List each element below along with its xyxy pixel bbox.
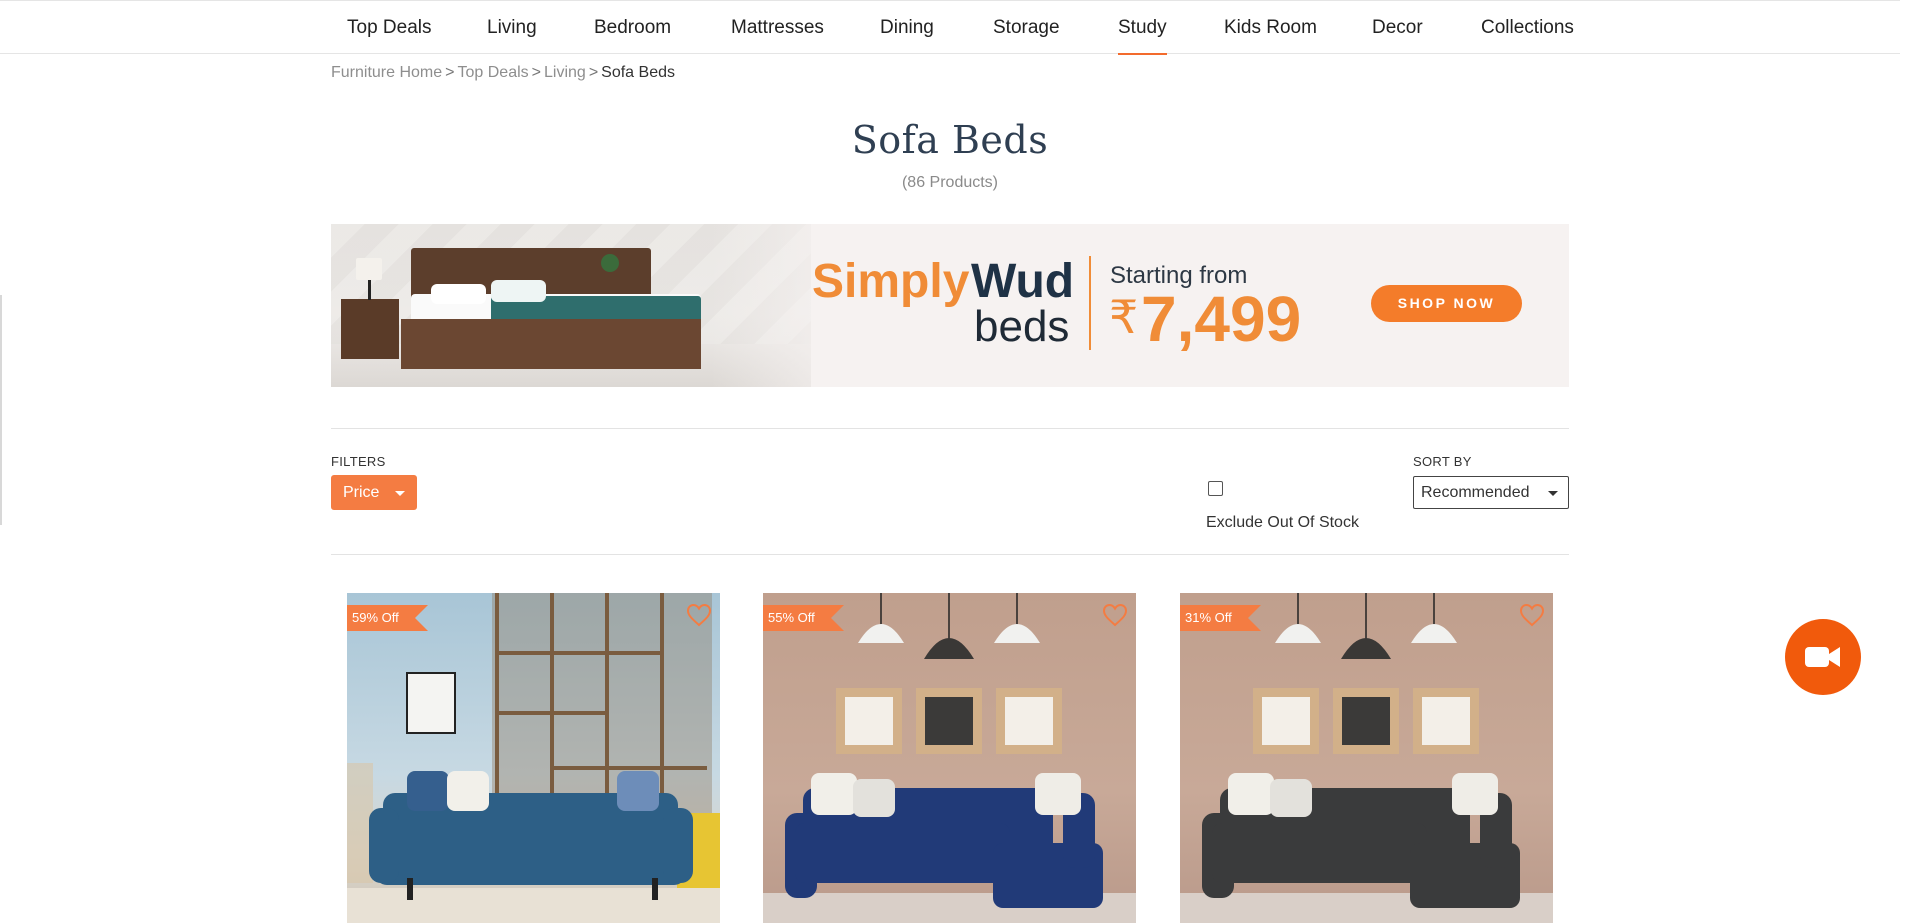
chevron-down-icon bbox=[1548, 491, 1558, 496]
banner-brand-simply: Simply bbox=[812, 255, 970, 308]
banner-product: beds bbox=[974, 302, 1070, 351]
heart-outline-icon[interactable] bbox=[1519, 603, 1545, 627]
banner-brand-wud: Wud bbox=[971, 255, 1075, 308]
breadcrumb-current: Sofa Beds bbox=[601, 64, 675, 81]
sort-selected-value: Recommended bbox=[1421, 484, 1530, 501]
nav-item-mattresses[interactable]: Mattresses bbox=[731, 1, 824, 55]
product-card[interactable]: 59% Off bbox=[347, 593, 720, 923]
breadcrumb-furniture-home[interactable]: Furniture Home bbox=[331, 64, 442, 81]
side-panel-edge bbox=[0, 295, 2, 525]
heart-outline-icon[interactable] bbox=[686, 603, 712, 627]
rupee-icon: ₹ bbox=[1109, 291, 1139, 343]
price-filter-button[interactable]: Price bbox=[331, 475, 417, 510]
product-card[interactable]: 31% Off bbox=[1180, 593, 1553, 923]
nav-item-living[interactable]: Living bbox=[487, 1, 537, 55]
discount-badge: 31% Off bbox=[1180, 605, 1261, 631]
discount-badge: 55% Off bbox=[763, 605, 844, 631]
discount-badge: 59% Off bbox=[347, 605, 428, 631]
nav-item-storage[interactable]: Storage bbox=[993, 1, 1060, 55]
promo-banner[interactable]: Simply Wud beds Starting from ₹ 7,499 SH… bbox=[331, 224, 1569, 387]
divider bbox=[331, 428, 1569, 429]
breadcrumb-living[interactable]: Living bbox=[544, 64, 586, 81]
sofa bbox=[785, 773, 1103, 908]
breadcrumb-top-deals[interactable]: Top Deals bbox=[458, 64, 529, 81]
breadcrumb-separator: > bbox=[445, 64, 455, 81]
video-call-button[interactable] bbox=[1785, 619, 1861, 695]
chevron-down-icon bbox=[395, 491, 405, 496]
nav-item-study[interactable]: Study bbox=[1118, 1, 1167, 55]
nav-item-collections[interactable]: Collections bbox=[1481, 1, 1574, 55]
page: Top Deals Living Bedroom Mattresses Dini… bbox=[0, 0, 1920, 923]
breadcrumb-separator: > bbox=[531, 64, 541, 81]
nav-item-bedroom[interactable]: Bedroom bbox=[594, 1, 671, 55]
nav-item-dining[interactable]: Dining bbox=[880, 1, 934, 55]
exclude-out-of-stock-label[interactable]: Exclude Out Of Stock bbox=[1206, 514, 1359, 532]
product-count: (86 Products) bbox=[901, 174, 999, 191]
product-card[interactable]: 55% Off bbox=[763, 593, 1136, 923]
nav-item-decor[interactable]: Decor bbox=[1372, 1, 1423, 55]
nav-item-top-deals[interactable]: Top Deals bbox=[347, 1, 432, 55]
product-image bbox=[347, 593, 720, 923]
breadcrumb-separator: > bbox=[588, 64, 599, 81]
product-image bbox=[1180, 593, 1553, 923]
heart-outline-icon[interactable] bbox=[1102, 603, 1128, 627]
video-camera-icon bbox=[1805, 647, 1840, 667]
sort-by-select[interactable]: Recommended bbox=[1413, 476, 1569, 509]
sort-by-label: SORT BY bbox=[1413, 454, 1472, 469]
breadcrumb: Furniture Home > Top Deals > Living > Sofa Bed… bbox=[331, 64, 675, 82]
banner-divider bbox=[1089, 256, 1091, 350]
filters-label: FILTERS bbox=[331, 454, 386, 469]
divider bbox=[331, 554, 1569, 555]
nav-item-kids-room[interactable]: Kids Room bbox=[1224, 1, 1317, 55]
price-filter-label: Price bbox=[343, 484, 380, 501]
category-nav: Top Deals Living Bedroom Mattresses Dini… bbox=[0, 0, 1900, 55]
banner-price: 7,499 bbox=[1141, 283, 1302, 355]
page-title: Sofa Beds bbox=[851, 118, 1049, 162]
shop-now-button[interactable]: SHOP NOW bbox=[1371, 285, 1522, 322]
sofa bbox=[1202, 773, 1520, 908]
product-image bbox=[763, 593, 1136, 923]
exclude-out-of-stock-checkbox[interactable] bbox=[1208, 481, 1223, 496]
